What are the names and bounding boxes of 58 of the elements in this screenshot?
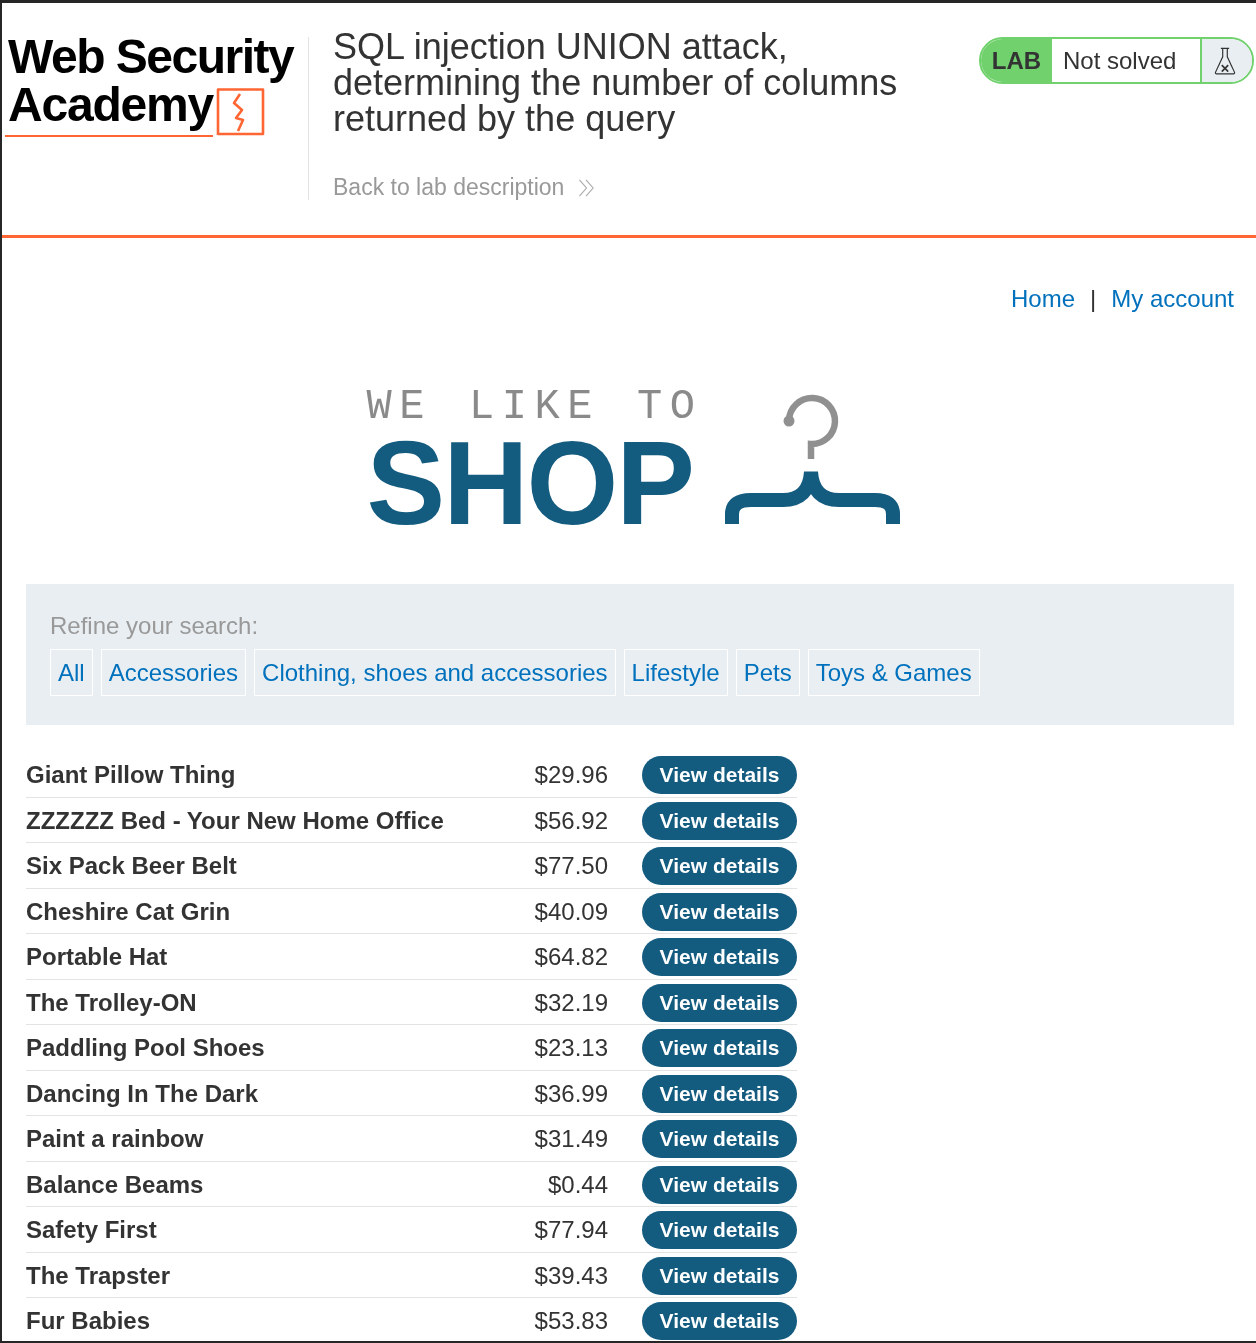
home-link[interactable]: Home [1011,285,1076,313]
category-filter-link[interactable]: All [50,649,93,696]
product-name: Paddling Pool Shoes [26,1033,266,1063]
lab-label: LAB [981,39,1052,82]
lab-title: SQL injection UNION attack, determining the number of columns returned by the query [333,29,899,137]
view-details-button[interactable]: View details [642,1074,797,1113]
logo-text: Academy [5,81,214,137]
view-details-button[interactable]: View details [642,801,797,840]
view-details-button[interactable]: View details [642,983,797,1022]
view-details-button[interactable]: View details [642,1165,797,1204]
product-price: $40.09 [533,896,608,927]
view-details-button[interactable]: View details [642,847,797,885]
product-name: ZZZZZZ Bed - Your New Home Office [26,805,445,836]
product-price: $29.96 [533,760,608,790]
product-name: Balance Beams [26,1169,205,1200]
category-filter-link[interactable]: Accessories [100,649,247,696]
category-filter-link[interactable]: Pets [735,649,800,696]
filter-label: Refine your search: [50,612,260,640]
product-name: Safety First [26,1215,158,1245]
my-account-link[interactable]: My account [1111,285,1234,313]
shop-headline: SHOP [366,426,694,541]
product-name: Cheshire Cat Grin [26,896,232,927]
product-name: The Trolley-ON [26,987,198,1018]
shop-tagline: WE LIKE TO [366,388,703,426]
product-name: Giant Pillow Thing [26,760,237,790]
view-details-button[interactable]: View details [642,1256,797,1295]
product-price: $32.19 [533,987,608,1018]
view-details-button[interactable]: View details [642,1120,797,1158]
product-price: $0.44 [546,1169,608,1200]
view-details-button[interactable]: View details [642,892,797,931]
product-price: $56.92 [533,805,608,836]
product-name: Portable Hat [26,942,169,972]
product-price: $23.13 [533,1033,608,1063]
product-name: Dancing In The Dark [26,1078,260,1109]
product-price: $77.50 [533,851,608,881]
logo-text: Web Security [8,33,296,81]
product-price: $36.99 [533,1078,608,1109]
product-name: The Trapster [26,1260,172,1291]
product-name: Fur Babies [26,1306,152,1336]
view-details-button[interactable]: View details [642,756,797,794]
product-price: $64.82 [533,942,608,972]
product-price: $31.49 [533,1124,608,1154]
view-details-button[interactable]: View details [642,1029,797,1067]
view-details-button[interactable]: View details [642,1211,797,1249]
view-details-button[interactable]: View details [642,1302,797,1340]
lightning-box-logo-icon [216,86,267,137]
category-filter-link[interactable]: Toys & Games [807,649,980,696]
double-chevron-icon [578,177,596,198]
product-price: $77.94 [533,1215,608,1245]
category-filter-link[interactable]: Clothing, shoes and accessories [254,649,616,696]
nav-separator: | [1090,285,1097,313]
hanger-icon [724,394,900,524]
product-name: Six Pack Beer Belt [26,851,238,881]
category-filter-link[interactable]: Lifestyle [623,649,728,696]
product-name: Paint a rainbow [26,1124,205,1154]
product-price: $39.43 [533,1260,608,1291]
product-price: $53.83 [533,1306,608,1336]
view-details-button[interactable]: View details [642,938,797,976]
